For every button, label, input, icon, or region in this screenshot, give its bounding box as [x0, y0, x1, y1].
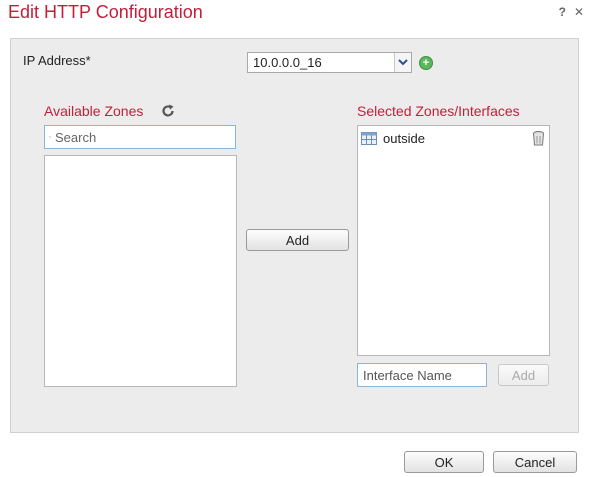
search-field[interactable] [44, 125, 236, 149]
available-zones-list[interactable] [44, 155, 237, 387]
list-item[interactable]: outside [361, 131, 425, 146]
refresh-icon[interactable] [161, 104, 175, 118]
available-zones-title: Available Zones [44, 103, 144, 119]
add-zone-button[interactable]: Add [246, 229, 349, 251]
interface-icon [361, 132, 377, 145]
selected-zones-list[interactable]: outside [357, 125, 550, 356]
cancel-button[interactable]: Cancel [493, 451, 577, 473]
selected-item-label: outside [383, 131, 425, 146]
help-icon[interactable]: ? [559, 5, 566, 19]
ip-address-label: IP Address* [23, 53, 91, 68]
trash-icon[interactable] [533, 131, 544, 146]
ip-address-select[interactable]: 10.0.0.0_16 [247, 52, 412, 73]
ok-button[interactable]: OK [404, 451, 484, 473]
add-object-icon[interactable]: + [419, 56, 433, 70]
add-interface-button[interactable]: Add [498, 364, 549, 386]
selected-zones-title: Selected Zones/Interfaces [357, 103, 520, 119]
search-input[interactable] [51, 129, 235, 145]
chevron-down-icon[interactable] [394, 53, 411, 72]
dialog-title: Edit HTTP Configuration [8, 2, 203, 22]
title-actions: ? ✕ [559, 5, 584, 19]
close-icon[interactable]: ✕ [574, 5, 584, 19]
config-panel: IP Address* 10.0.0.0_16 + Available Zone… [10, 38, 579, 433]
ip-address-value: 10.0.0.0_16 [253, 55, 322, 70]
interface-name-input[interactable] [357, 363, 487, 387]
